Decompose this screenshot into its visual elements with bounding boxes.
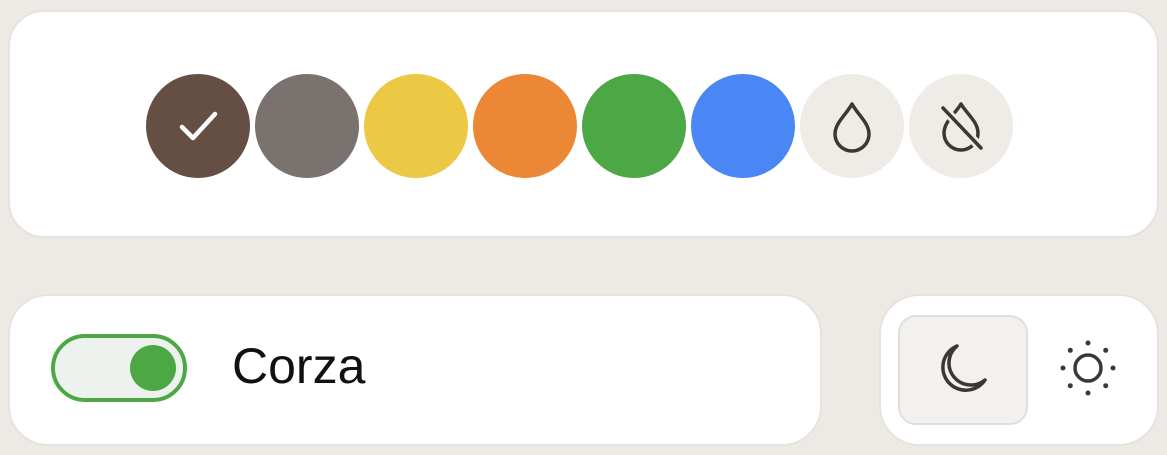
swatch-auto[interactable]	[795, 69, 909, 183]
swatch-none[interactable]	[904, 69, 1018, 183]
swatch-brown[interactable]	[141, 69, 255, 183]
toggle-knob	[130, 345, 176, 391]
swatch-orange[interactable]	[468, 69, 582, 183]
color-palette-card	[8, 10, 1159, 238]
dark-theme-button[interactable]	[898, 315, 1028, 425]
swatch-blue[interactable]	[686, 69, 800, 183]
droplet-icon	[829, 99, 875, 153]
droplet-off-icon	[934, 98, 988, 154]
toggle-switch[interactable]	[51, 334, 187, 402]
toggle-card: Corza	[8, 294, 822, 446]
swatch-yellow[interactable]	[359, 69, 473, 183]
moon-icon	[933, 338, 993, 403]
toggle-label: Corza	[232, 338, 366, 394]
swatch-green[interactable]	[577, 69, 691, 183]
check-icon	[173, 101, 223, 151]
sun-icon	[1058, 338, 1118, 403]
light-theme-button[interactable]	[1043, 315, 1133, 425]
swatch-gray[interactable]	[250, 69, 364, 183]
theme-switcher-card	[879, 294, 1159, 446]
